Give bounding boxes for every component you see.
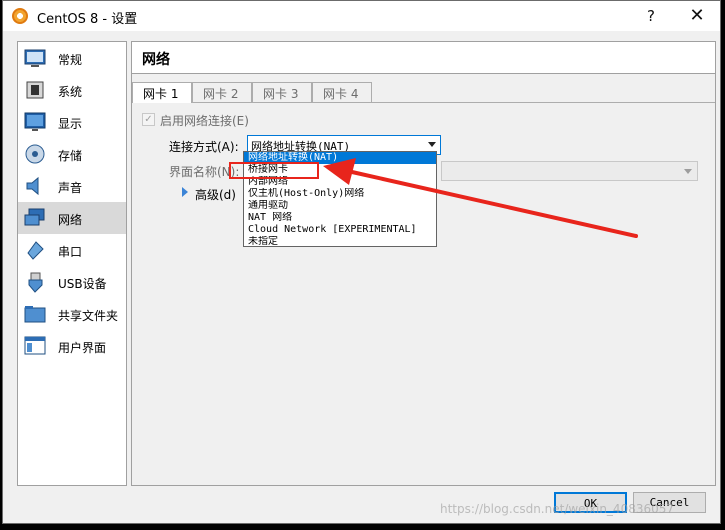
watermark: https://blog.csdn.net/weixin_40836057: [440, 502, 675, 516]
annotation-arrow: [323, 158, 638, 238]
